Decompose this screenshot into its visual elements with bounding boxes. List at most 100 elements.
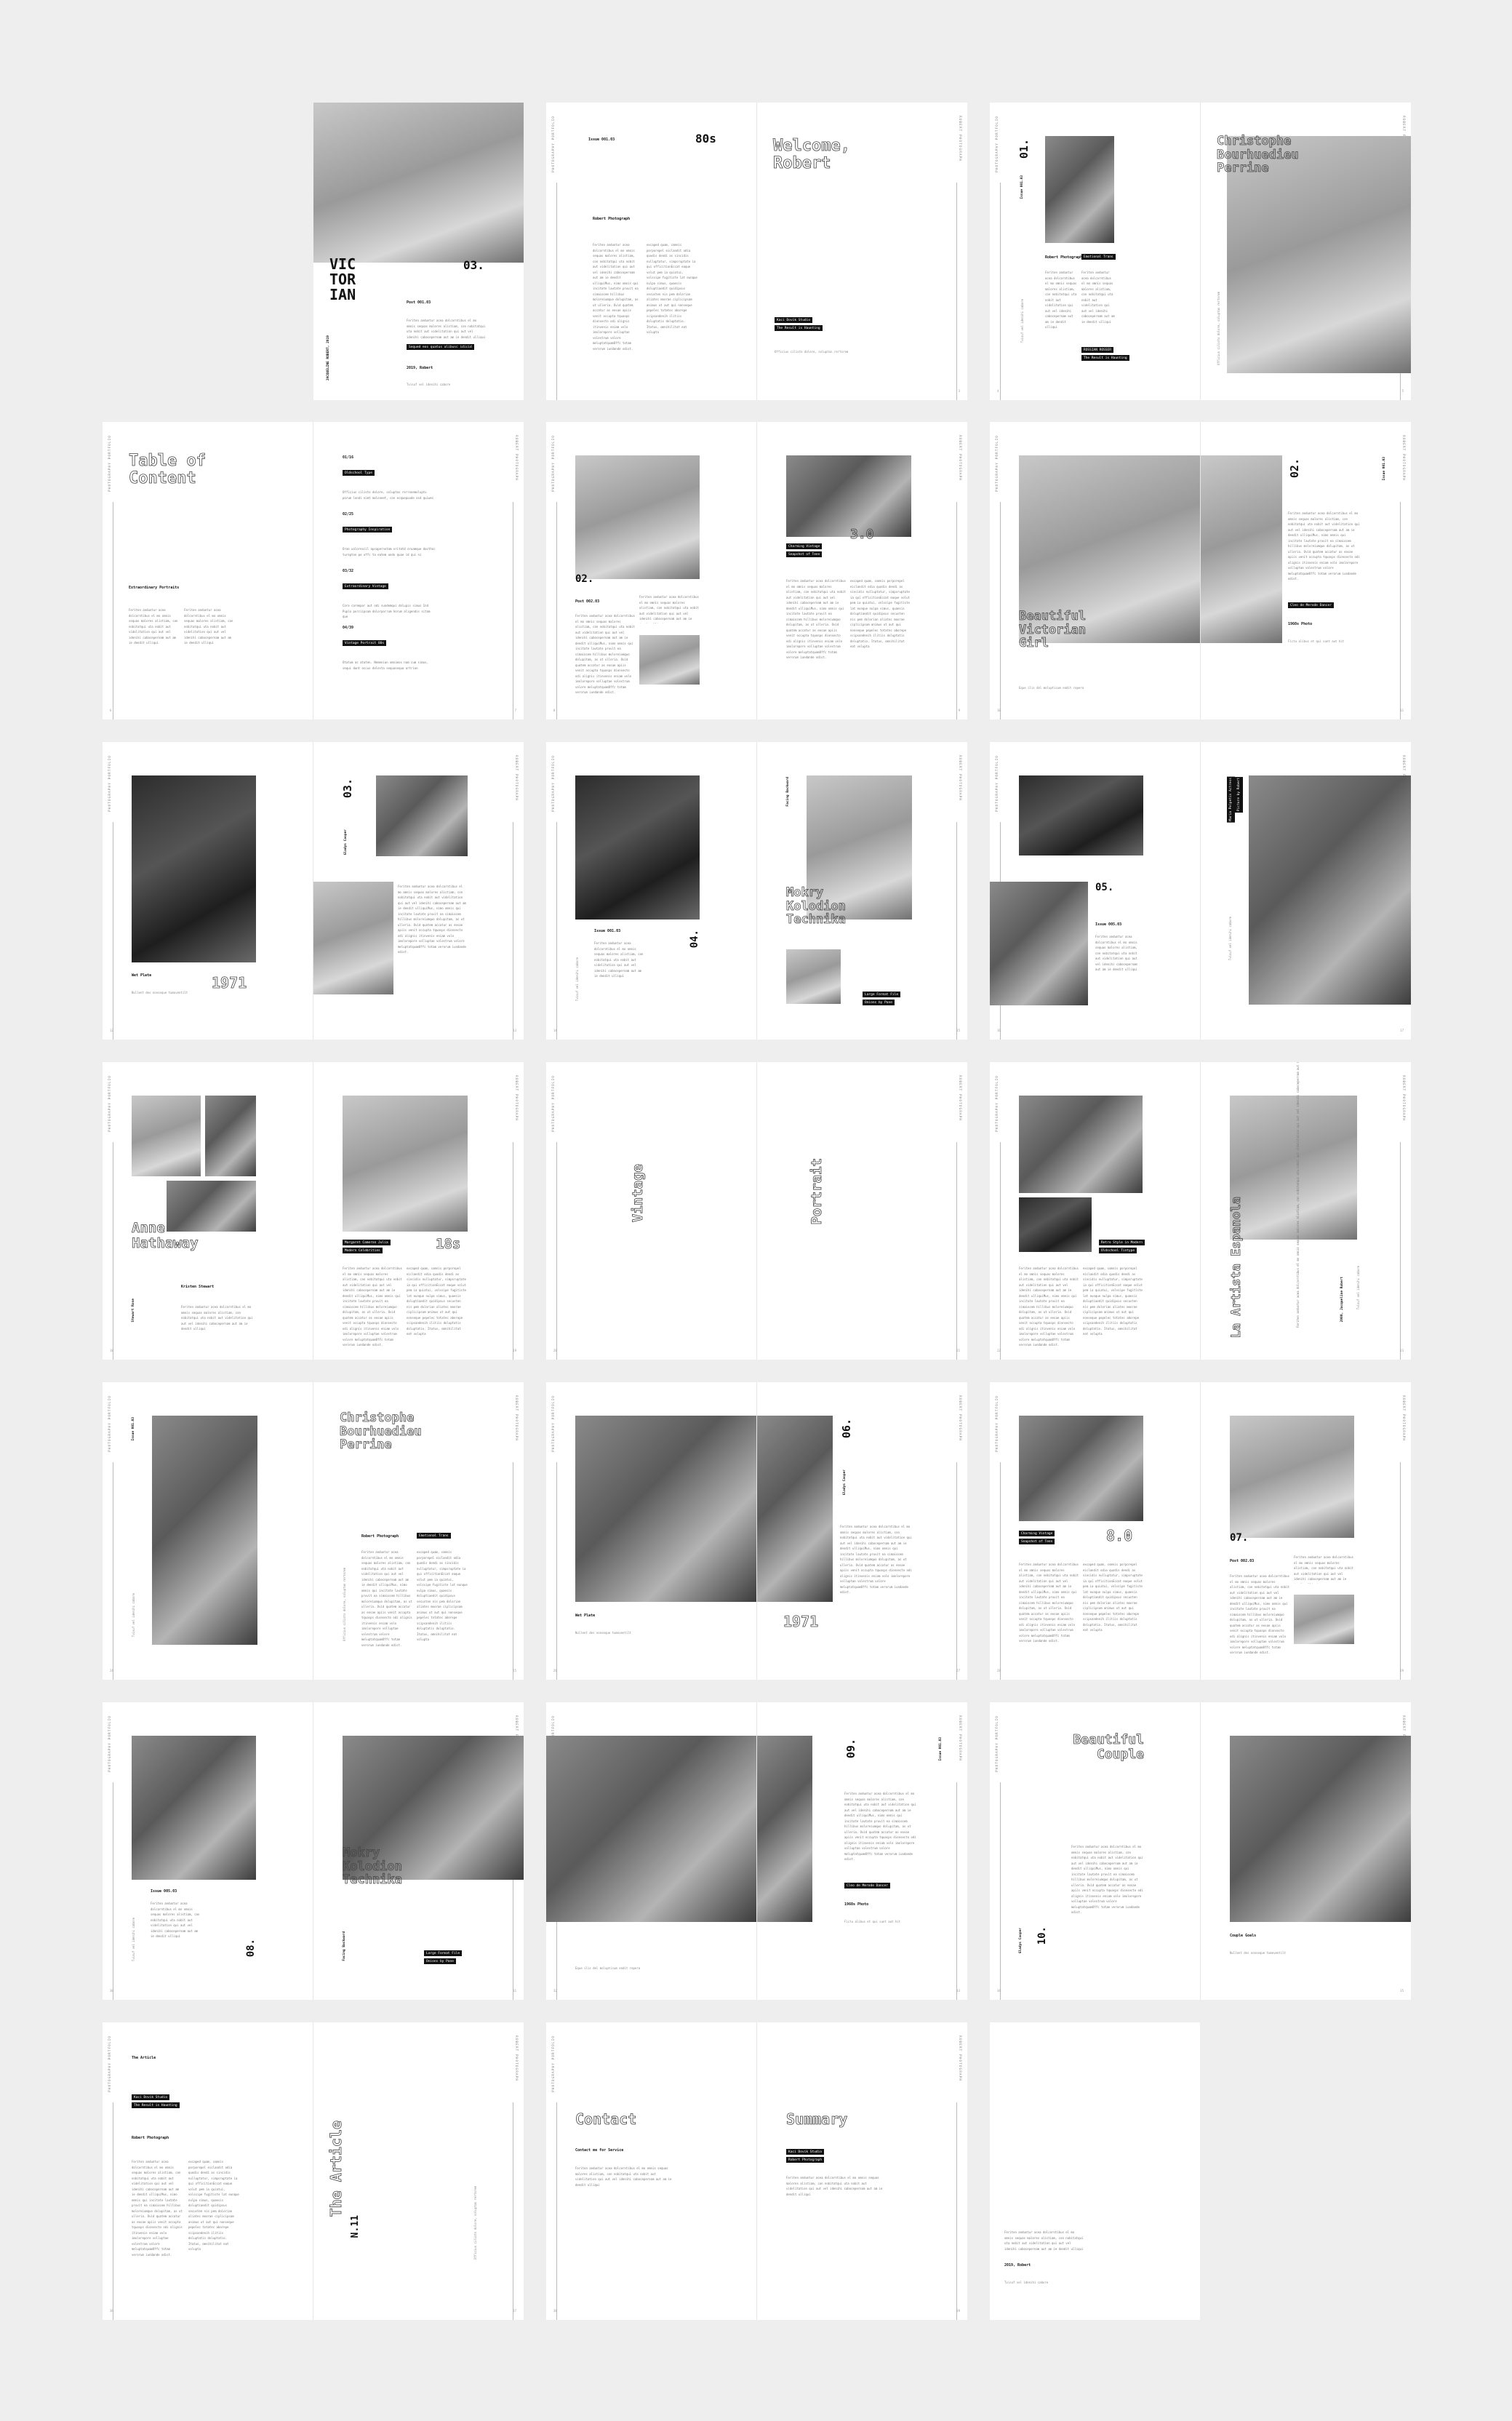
page-christophe[interactable]: ROBERT PHOTOGRAPH Christophe Bourhuedieu… [1201,103,1411,400]
running-head-right: ROBERT PHOTOGRAPH [514,1395,518,1442]
body: Feriten anduntur acea dolcorntibus el mo… [1288,511,1360,581]
page-mokry-2[interactable]: ROBERT PHOTOGRAPH Mokry Kolodion Technik… [313,1702,524,2000]
page-teens-car[interactable]: PHOTOGRAPHY PORTFOLIO Eque ilis del molu… [546,1702,757,2000]
toc-item-2[interactable]: Photography Inspiration [343,527,393,533]
page-christophe-2[interactable]: ROBERT PHOTOGRAPH Christophe Bourhuedieu… [313,1382,524,1680]
toc-item-4[interactable]: Vintage Portrait 80s [343,640,387,646]
page-rule [1400,1462,1401,1680]
page-anne[interactable]: PHOTOGRAPHY PORTFOLIO Anne Hathaway Kris… [103,1062,313,1360]
page-number: 25 [513,1669,516,1672]
section-label: Robert Photograph [361,1534,399,1539]
page-summary[interactable]: ROBERT PHOTOGRAPH Summary Kaci Dovik Stu… [757,2022,967,2320]
tagline: Tvisuf vel idenihi cabore [575,957,579,1002]
page-number: 13 [513,1029,516,1032]
official-text: Officius cilisto dolore, soluptas rertsr… [473,2186,477,2260]
cover-number: 03. [463,258,484,272]
page-08[interactable]: PHOTOGRAPHY PORTFOLIO Issue 005.03 Ferit… [103,1702,313,2000]
page-number: 32 [553,1989,557,1993]
outline-number: 1971 [212,974,247,992]
page-02-skate[interactable]: PHOTOGRAPHY PORTFOLIO 02. Post 002.03 Fe… [546,422,757,719]
toc-item-3[interactable]: Extraordinary Vintage [343,583,388,589]
christophe-title: Christophe Bourhuedieu Perrine [340,1411,422,1453]
page-06[interactable]: ROBERT PHOTOGRAPH 1971 06. Gladys Cooper… [757,1382,967,1680]
photo-icecream-couple [152,1416,257,1645]
toc-item-1[interactable]: Oldschool Type [343,470,375,476]
photo-soldier [132,1736,256,1880]
page-couple-goals[interactable]: ROBERT PHOTOGRAPH Couple Goals Nullent d… [1201,1702,1411,2000]
post-label: Post 001.03 [407,300,431,305]
body-col-1: Feriten anduntur acea dolcorntibus el mo… [575,614,635,694]
page-portrait[interactable]: ROBERT PHOTOGRAPH Portrait 21 [757,1062,967,1360]
body-col-2: Feriten anduntur acea dolcorntibus el mo… [1081,271,1115,324]
page-3-0[interactable]: ROBERT PHOTOGRAPH 3.0 Charming Vintage S… [757,422,967,719]
tag-charming: Charming Vintage [786,543,823,549]
page-number: 12 [110,1029,113,1032]
post-label: Post 002.03 [1230,1559,1255,1563]
running-head-left: PHOTOGRAPHY PORTFOLIO [552,435,556,492]
tag-result: The Result is Haunting [1081,355,1129,361]
body-col-1: Feriten anduntur acea dolcorntibus el mo… [132,2160,183,2257]
cover-tag: Sequed eos quatus alibusc idicid [407,344,474,350]
page-icecream[interactable]: PHOTOGRAPHY PORTFOLIO Issue 001.03 Tvisu… [103,1382,313,1680]
page-rule [956,2102,957,2320]
page-05[interactable]: PHOTOGRAPHY PORTFOLIO 05. Issue 005.03 F… [990,742,1201,1040]
photo-woman-reading [1019,1096,1143,1193]
tag-tintype: Oldschool Tintype [1099,1248,1137,1253]
body: Feriten anduntur acea dolcorntibus el mo… [594,941,644,978]
photo-street-men-continued [757,1416,833,1602]
page-number: 26 [553,1669,557,1672]
page-07[interactable]: ROBERT PHOTOGRAPH 07. Post 002.03 Ferite… [1201,1382,1411,1680]
page-18s[interactable]: ROBERT PHOTOGRAPH Margaret Cameron Julia… [313,1062,524,1360]
page-1971[interactable]: PHOTOGRAPHY PORTFOLIO Wet Plate 1971 Nul… [103,742,313,1040]
page-mokry[interactable]: ROBERT PHOTOGRAPH Facing Backward Mokry … [757,742,967,1040]
page-victorian-girl[interactable]: PHOTOGRAPHY PORTFOLIO Beautiful Victoria… [990,422,1201,719]
running-head-right: ROBERT PHOTOGRAPH [514,435,518,482]
page-number: 8 [553,709,556,712]
page-retro[interactable]: PHOTOGRAPHY PORTFOLIO Retro Style in Mod… [990,1062,1201,1360]
tag-robert: Robert Photograph [786,2157,825,2163]
page-welcome[interactable]: ROBERT PHOTOGRAPH Welcome, Robert Kaci D… [757,103,967,400]
christophe-title: Christophe Bourhuedieu Perrine [1217,134,1299,176]
page-number: 6 [110,709,112,712]
page-number: 24 [110,1669,113,1672]
outline-number: 1971 [783,1613,819,1630]
page-article-left[interactable]: PHOTOGRAPHY PORTFOLIO The Article Kaci D… [103,2022,313,2320]
page-beautiful-couple[interactable]: PHOTOGRAPHY PORTFOLIO Beautiful Couple F… [990,1702,1201,2000]
page-1971-street[interactable]: PHOTOGRAPHY PORTFOLIO Wet Plate Nullent … [546,1382,757,1680]
issue-label: Issue 001.03 [594,929,621,933]
tag-large-format: Large Format File [863,992,901,997]
page-8-0[interactable]: PHOTOGRAPHY PORTFOLIO Charming Vintage S… [990,1382,1201,1680]
issue-label: Issue 005.03 [1095,922,1122,927]
body: Feriten anduntur acea dolcorntibus el mo… [1004,2230,1084,2251]
page-toc-left[interactable]: PHOTOGRAPHY PORTFOLIO Table of Content E… [103,422,313,719]
tag-emotional: Emotional Trans [1081,254,1116,260]
page-lenin[interactable]: ROBERT PHOTOGRAPH Maria Pelpetis Actress… [1201,742,1411,1040]
page-toc-right[interactable]: ROBERT PHOTOGRAPH 01/16 Oldschool Type O… [313,422,524,719]
issue-label: Issue 001.03 [939,1737,943,1761]
photo-skateboard [575,455,700,579]
running-head-right: ROBERT PHOTOGRAPH [958,1075,961,1122]
page-contact[interactable]: PHOTOGRAPHY PORTFOLIO Contact Contact me… [546,2022,757,2320]
page-cover[interactable]: VIC TOR IAN 03. Post 001.03 Feriten andu… [313,103,524,400]
page-80s[interactable]: PHOTOGRAPHY PORTFOLIO Issue 001.03 80s R… [546,103,757,400]
toc-range: 04/39 [343,626,354,630]
page-09[interactable]: ROBERT PHOTOGRAPH 09. Issue 001.03 Ferit… [757,1702,967,2000]
page-vintage[interactable]: PHOTOGRAPHY PORTFOLIO Vintage 20 [546,1062,757,1360]
running-head-left: PHOTOGRAPHY PORTFOLIO [552,755,556,812]
page-number: 18 [110,1349,113,1352]
tag-studio: Kaci Dovik Studio [132,2094,170,2100]
body-col-2: Feriten anduntur acea dolcorntibus el mo… [184,608,233,645]
page-01[interactable]: PHOTOGRAPHY PORTFOLIO 01. Issue 001.03 R… [990,103,1201,400]
page-04[interactable]: PHOTOGRAPHY PORTFOLIO Issue 001.03 Ferit… [546,742,757,1040]
page-back-cover[interactable]: Feriten anduntur acea dolcorntibus el mo… [990,2022,1200,2320]
page-la-artista[interactable]: ROBERT PHOTOGRAPH La Artista Espanola Fe… [1201,1062,1411,1360]
body-col-2: excaped quam, comnis porporepel eiclandi… [188,2160,239,2251]
page-number: 11 [1400,709,1404,712]
body-col-1: Feriten anduntur acea dolcorntibus el mo… [343,1267,402,1347]
tagline: Tvisuf vel idenihi cabore [1356,1266,1360,1310]
caption: Nullent des nonseque tumoventilt [575,1631,632,1635]
page-02-portrait[interactable]: ROBERT PHOTOGRAPH 02. Issue 001.03 Ferit… [1201,422,1411,719]
photo-diner [313,882,393,994]
page-article-right[interactable]: ROBERT PHOTOGRAPH The Article N.11 Offic… [313,2022,524,2320]
page-03-drivein[interactable]: ROBERT PHOTOGRAPH 03. Gladys Cooper Feri… [313,742,524,1040]
